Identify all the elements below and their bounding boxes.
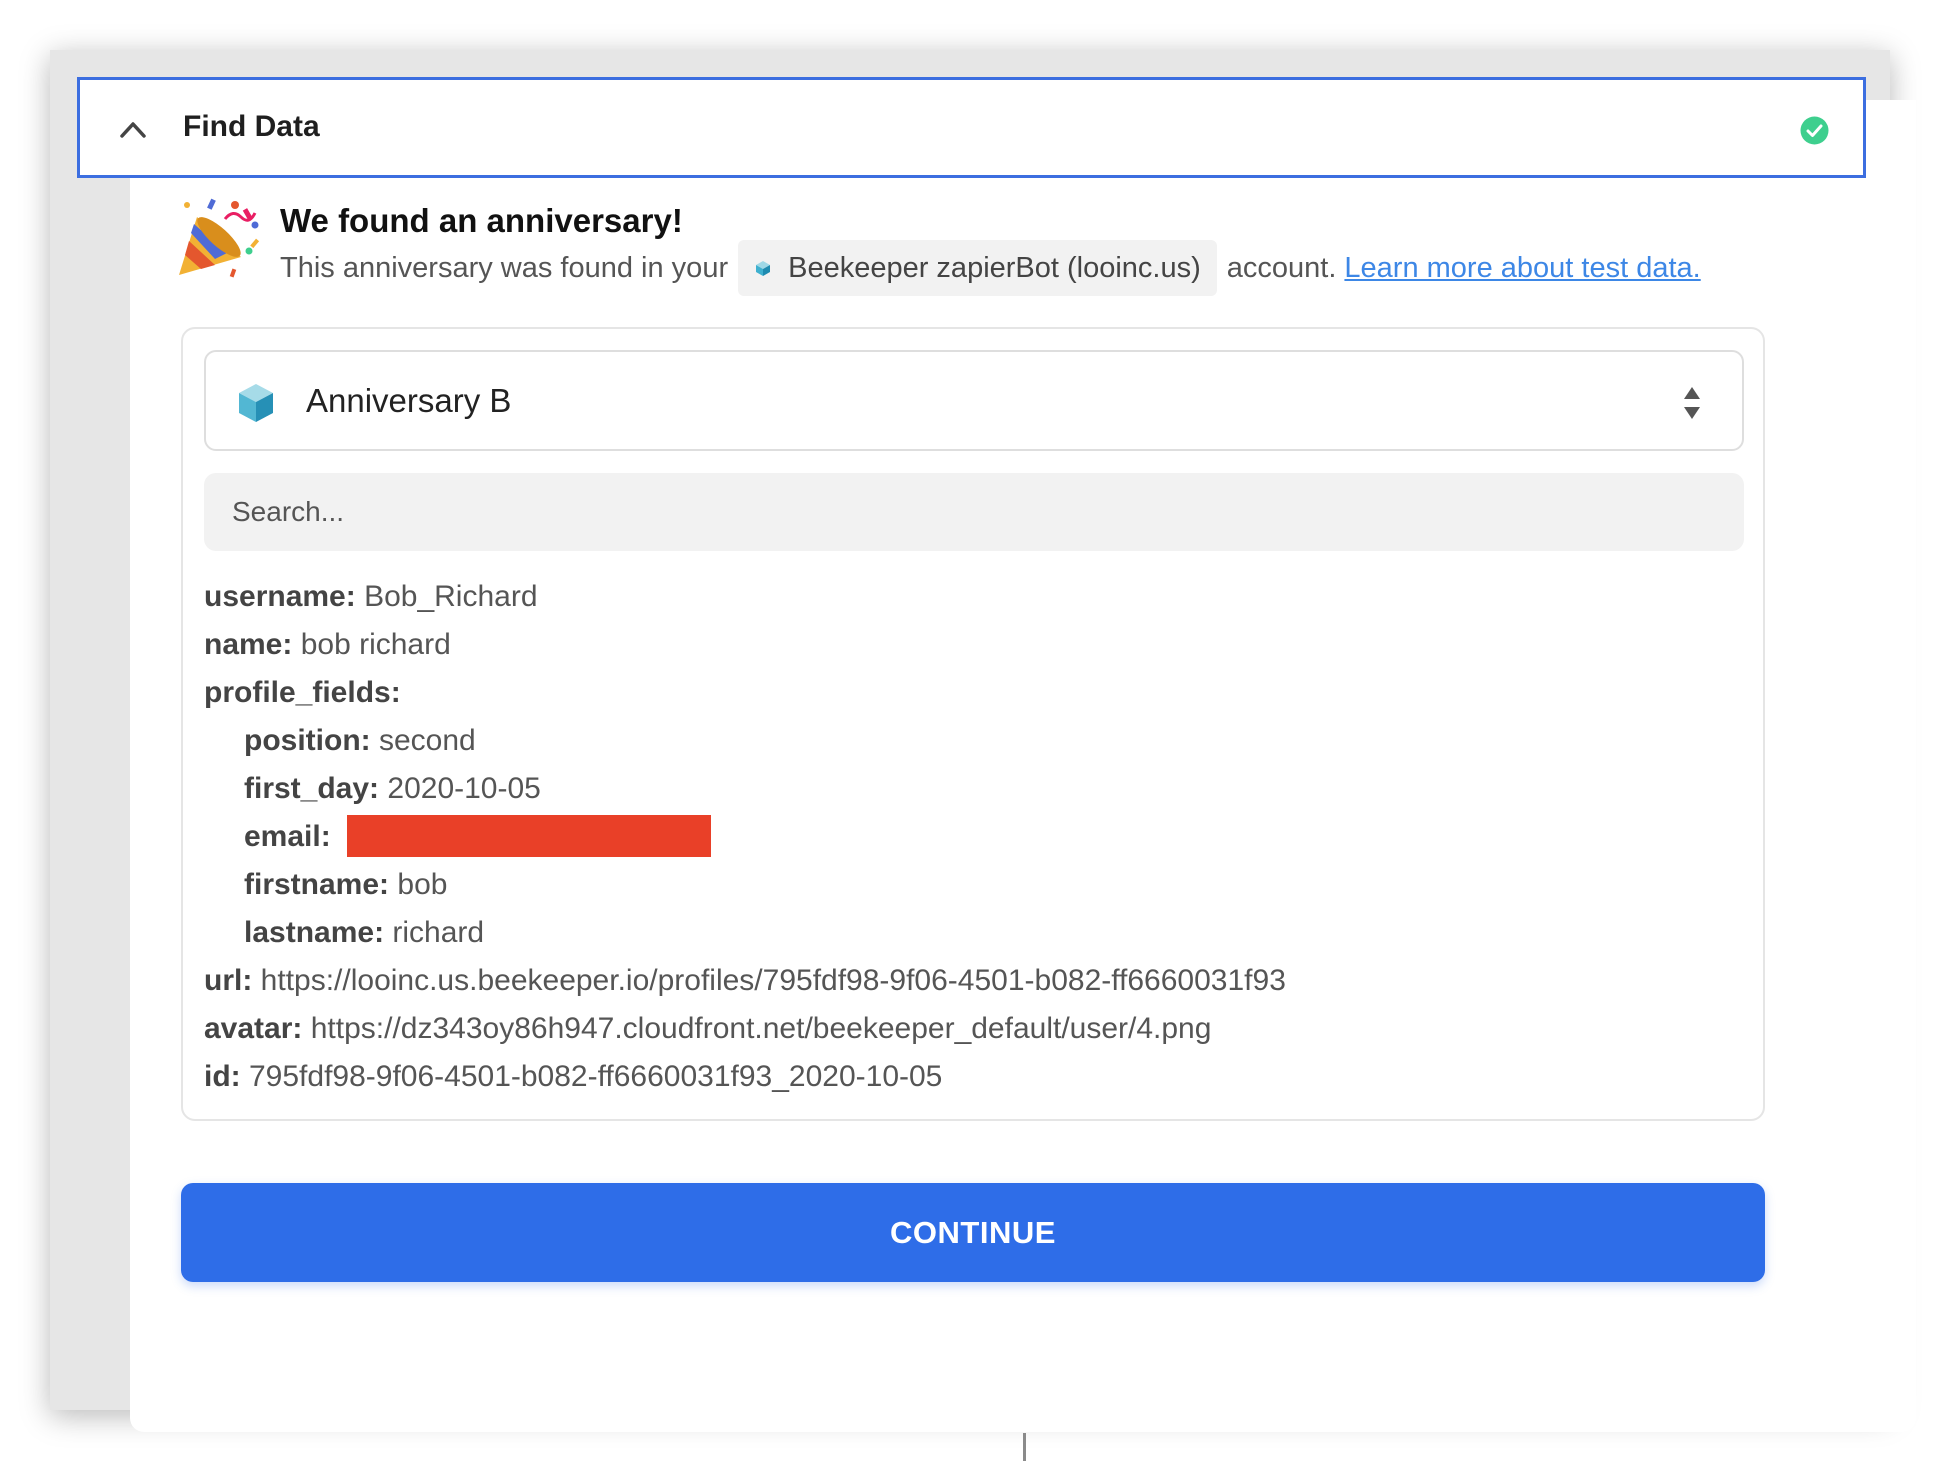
learn-more-link[interactable]: Learn more about test data.	[1344, 252, 1700, 285]
record-fields: username: Bob_Richard name: bob richard …	[204, 573, 1744, 1101]
field-key: firstname:	[244, 868, 390, 901]
account-pill: Beekeeper zapierBot (looinc.us)	[738, 240, 1217, 296]
step-title: Find Data	[183, 110, 320, 143]
field-value: Bob_Richard	[364, 580, 538, 613]
field-key: id:	[204, 1060, 241, 1093]
field-avatar: avatar: https://dz343oy86h947.cloudfront…	[204, 1005, 1744, 1053]
field-key: first_day:	[244, 772, 380, 805]
field-key: profile_fields:	[204, 676, 401, 709]
field-value: richard	[392, 916, 485, 949]
field-email: email:	[204, 813, 1744, 861]
sort-arrows-icon	[1684, 387, 1700, 419]
field-value: bob richard	[300, 628, 451, 661]
found-description: This anniversary was found in your Beeke…	[280, 240, 1701, 296]
field-value: https://dz343oy86h947.cloudfront.net/bee…	[310, 1012, 1212, 1045]
found-line-suffix: account.	[1226, 251, 1337, 284]
field-name: name: bob richard	[204, 621, 1744, 669]
field-value: https://looinc.us.beekeeper.io/profiles/…	[260, 964, 1286, 997]
redacted-value	[347, 815, 712, 858]
field-key: username:	[204, 580, 356, 613]
step-connector	[1023, 1433, 1026, 1461]
account-name: Beekeeper zapierBot (looinc.us)	[788, 251, 1201, 284]
chevron-up-icon[interactable]	[118, 114, 148, 144]
party-popper-icon	[179, 198, 260, 278]
found-line-prefix: This anniversary was found in your	[280, 251, 729, 284]
check-circle-icon	[1800, 116, 1829, 145]
field-url: url: https://looinc.us.beekeeper.io/prof…	[204, 957, 1744, 1005]
field-value: 2020-10-05	[387, 772, 541, 805]
found-title: We found an anniversary!	[280, 202, 683, 239]
field-key: lastname:	[244, 916, 385, 949]
field-key: name:	[204, 628, 293, 661]
beekeeper-cube-icon	[756, 261, 771, 276]
beekeeper-cube-icon	[239, 384, 273, 422]
field-key: email:	[244, 820, 331, 853]
field-firstname: firstname: bob	[204, 861, 1744, 909]
field-value: 795fdf98-9f06-4501-b082-ff6660031f93_202…	[249, 1060, 943, 1093]
data-panel: Anniversary B username: Bob_Richard name…	[181, 327, 1765, 1121]
field-value: second	[378, 724, 476, 757]
field-first-day: first_day: 2020-10-05	[204, 765, 1744, 813]
field-key: position:	[244, 724, 371, 757]
field-position: position: second	[204, 717, 1744, 765]
field-value: bob	[397, 868, 448, 901]
search-input[interactable]	[204, 473, 1744, 551]
field-lastname: lastname: richard	[204, 909, 1744, 957]
field-profile-fields: profile_fields:	[204, 669, 1744, 717]
field-key: url:	[204, 964, 253, 997]
continue-button[interactable]: CONTINUE	[181, 1183, 1765, 1282]
record-select[interactable]: Anniversary B	[204, 350, 1744, 451]
field-username: username: Bob_Richard	[204, 573, 1744, 621]
field-key: avatar:	[204, 1012, 303, 1045]
step-header[interactable]: Find Data	[77, 77, 1866, 178]
field-id: id: 795fdf98-9f06-4501-b082-ff6660031f93…	[204, 1053, 1744, 1101]
record-select-value: Anniversary B	[306, 382, 512, 419]
